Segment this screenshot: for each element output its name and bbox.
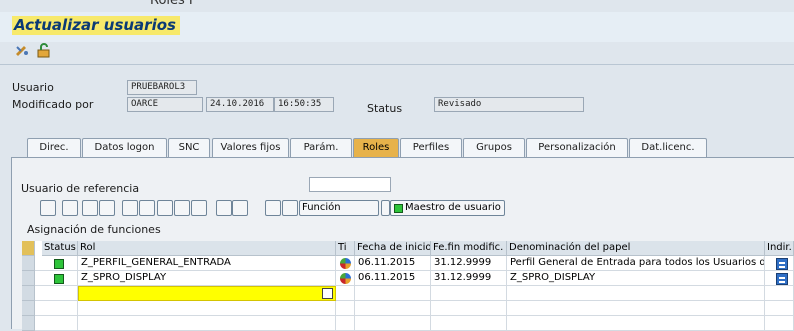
ti-cell [336, 301, 355, 316]
usuario-field[interactable]: PRUEBAROL3 [127, 80, 197, 95]
col-rol[interactable]: Rol [78, 241, 336, 256]
display-change-icon[interactable] [14, 42, 30, 58]
end-date-cell[interactable]: 31.12.9999 [431, 271, 507, 286]
desc-cell: Z_SPRO_DISPLAY [507, 271, 765, 286]
funcion-button[interactable]: Función [299, 200, 379, 216]
col-fecha-fin[interactable]: Fe.fin modific. [431, 241, 507, 256]
tab-dat-licenc[interactable]: Dat.licenc. [629, 138, 707, 157]
funcion-label: Función [302, 202, 341, 213]
start-date-cell[interactable] [355, 286, 431, 301]
tab-perfiles[interactable]: Perfiles [400, 138, 462, 157]
select-all-rows[interactable] [22, 241, 35, 256]
date-field[interactable]: 24.10.2016 [206, 97, 274, 112]
tab-param[interactable]: Parám. [290, 138, 352, 157]
modificado-label: Modificado por [12, 98, 94, 111]
ref-user-field[interactable] [309, 177, 391, 192]
indir-cell [765, 301, 794, 316]
time-field[interactable]: 16:50:35 [274, 97, 334, 112]
row-selector[interactable] [22, 301, 35, 316]
status-green-icon [54, 274, 64, 284]
status-green-icon [54, 259, 64, 269]
refresh-icon[interactable] [62, 200, 78, 216]
maestro-usuario-label: Maestro de usuario [405, 202, 501, 213]
select-all-icon[interactable] [82, 200, 98, 216]
layout-icon[interactable] [265, 200, 281, 216]
start-date-cell[interactable]: 06.11.2015 [355, 256, 431, 271]
modificado-field[interactable]: OARCE [127, 97, 203, 112]
usuario-label: Usuario [12, 81, 54, 94]
filter-icon[interactable] [191, 200, 207, 216]
col-status[interactable]: Status [42, 241, 78, 256]
funcion-dropdown-icon[interactable] [381, 200, 390, 216]
toolbar-divider [0, 64, 794, 65]
status-cell [35, 301, 78, 316]
ti-cell [336, 286, 355, 301]
green-square-icon [394, 204, 403, 213]
start-date-cell[interactable] [355, 301, 431, 316]
desc-cell [507, 286, 765, 301]
end-date-cell[interactable] [431, 301, 507, 316]
col-ti[interactable]: Ti [336, 241, 355, 256]
find-icon[interactable] [157, 200, 173, 216]
tab-datos-logon[interactable]: Datos logon [82, 138, 167, 157]
value-help-icon[interactable] [322, 288, 333, 299]
find-next-icon[interactable] [174, 200, 190, 216]
end-date-cell[interactable] [431, 286, 507, 301]
tab-personalizacion[interactable]: Personalización [526, 138, 628, 157]
export-icon[interactable] [232, 200, 248, 216]
cut-heading: Roles I [150, 0, 193, 8]
maestro-usuario-button[interactable]: Maestro de usuario [390, 200, 505, 216]
status-field[interactable]: Revisado [434, 97, 584, 112]
add-row-icon[interactable] [282, 200, 298, 216]
col-indir[interactable]: Indir. [765, 241, 794, 256]
end-date-cell[interactable]: 31.12.9999 [431, 256, 507, 271]
rol-cell[interactable]: Z_PERFIL_GENERAL_ENTRADA [78, 256, 336, 271]
section-label: Asignación de funciones [27, 223, 161, 236]
col-denominacion[interactable]: Denominación del papel [507, 241, 765, 256]
status-label: Status [367, 102, 403, 115]
tab-direc[interactable]: Direc. [27, 138, 81, 157]
rol-cell[interactable]: Z_SPRO_DISPLAY [78, 271, 336, 286]
tab-roles[interactable]: Roles [353, 138, 399, 157]
rol-cell[interactable] [78, 301, 336, 316]
row-selector[interactable] [22, 256, 35, 271]
col-fecha-inicio[interactable]: Fecha de inicio [355, 241, 431, 256]
new-role-input[interactable] [78, 286, 336, 301]
desc-cell: Perfil General de Entrada para todos los… [507, 256, 765, 271]
tab-snc[interactable]: SNC [168, 138, 210, 157]
tab-grupos[interactable]: Grupos [463, 138, 525, 157]
role-type-icon [340, 258, 351, 269]
start-date-cell[interactable]: 06.11.2015 [355, 271, 431, 286]
row-selector[interactable] [22, 271, 35, 286]
desc-cell [507, 301, 765, 316]
status-cell [35, 286, 78, 301]
indir-cell [765, 286, 794, 301]
role-type-icon [340, 273, 351, 284]
details-icon[interactable] [40, 200, 56, 216]
other-user-icon[interactable] [36, 42, 52, 58]
row-selector[interactable] [22, 286, 35, 301]
page-title: Actualizar usuarios [12, 16, 180, 35]
indirect-icon[interactable] [776, 258, 788, 270]
ref-user-label: Usuario de referencia [21, 182, 140, 195]
deselect-all-icon[interactable] [99, 200, 115, 216]
print-icon[interactable] [216, 200, 232, 216]
tab-valores-fijos[interactable]: Valores fijos [212, 138, 289, 157]
sort-ascending-icon[interactable] [122, 200, 138, 216]
indirect-icon[interactable] [776, 273, 788, 285]
sort-descending-icon[interactable] [139, 200, 155, 216]
